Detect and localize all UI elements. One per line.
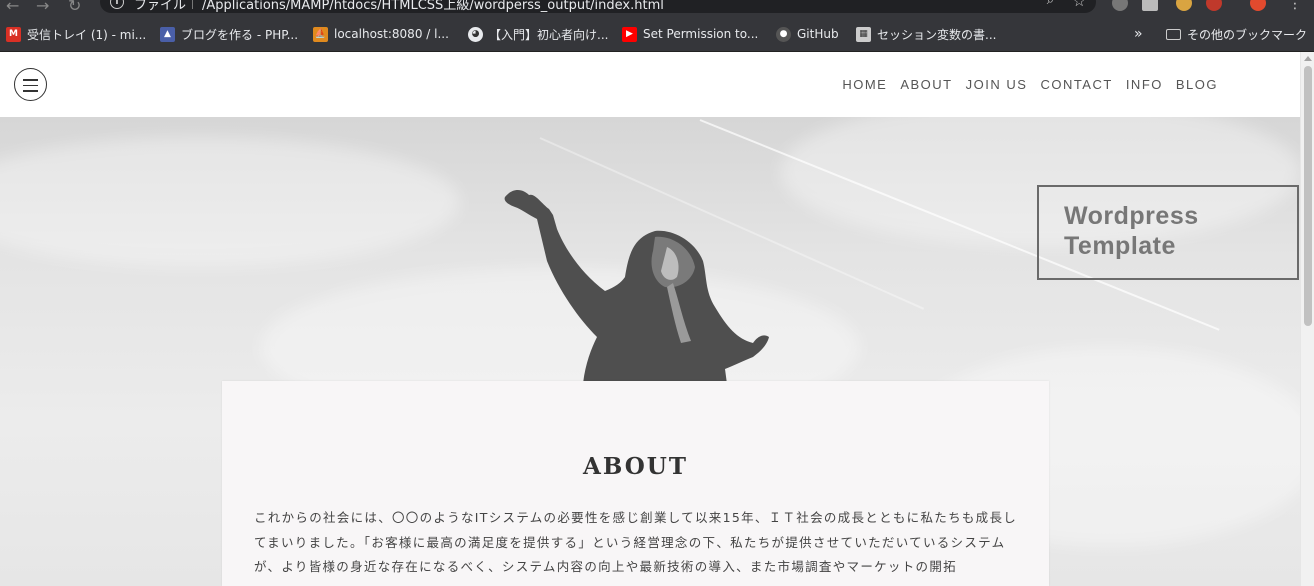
site-header: HOME ABOUT JOIN US CONTACT INFO BLOG [0, 52, 1300, 117]
bookmark-label: ブログを作る - PHP... [181, 27, 299, 42]
bookmark-item[interactable]: ▦ セッション変数の書... [856, 26, 996, 42]
about-card: ABOUT これからの社会には、〇〇のようなITシステムの必要性を感じ創業して以… [222, 381, 1049, 586]
bookmark-item[interactable]: ● GitHub [776, 26, 839, 42]
address-bar[interactable]: i ファイル /Applications/MAMP/htdocs/HTMLCSS… [100, 0, 1096, 13]
nav-join-us[interactable]: JOIN US [966, 77, 1028, 92]
phpmyadmin-icon: ⛵ [313, 26, 328, 42]
url-text[interactable]: /Applications/MAMP/htdocs/HTMLCSS上級/word… [202, 0, 664, 13]
bookmark-item[interactable]: ◕ 【入門】初心者向け... [468, 26, 608, 42]
globe-icon: ◕ [468, 26, 483, 42]
nav-contact[interactable]: CONTACT [1040, 77, 1112, 92]
hero-title-line: Template [1064, 232, 1176, 260]
bookmark-item[interactable]: ⛵ localhost:8080 / l... [313, 26, 449, 42]
extension-icon[interactable] [1142, 0, 1158, 11]
scrollbar-thumb[interactable] [1304, 66, 1312, 326]
scroll-up-icon[interactable] [1304, 56, 1312, 61]
php-icon: ▲ [160, 26, 175, 42]
browser-toolbar: ← → ↻ i ファイル /Applications/MAMP/htdocs/H… [0, 0, 1314, 17]
hamburger-menu-button[interactable] [14, 68, 47, 101]
bookmark-item[interactable]: ▲ ブログを作る - PHP... [160, 26, 298, 42]
extension-icon[interactable] [1176, 0, 1192, 11]
address-label: ファイル [134, 0, 187, 13]
bookmark-label: 受信トレイ (1) - mi... [27, 27, 147, 42]
info-icon[interactable]: i [110, 0, 124, 9]
reload-icon[interactable]: ↻ [68, 0, 81, 15]
nav-blog[interactable]: BLOG [1176, 77, 1218, 92]
profile-avatar[interactable] [1250, 0, 1266, 11]
menu-line [23, 90, 38, 92]
menu-line [23, 79, 38, 81]
bookmark-label: 【入門】初心者向け... [489, 27, 609, 42]
bookmarks-bar: M 受信トレイ (1) - mi... ▲ ブログを作る - PHP... ⛵ … [0, 17, 1314, 52]
nav-info[interactable]: INFO [1126, 77, 1163, 92]
more-bookmarks-label: » [1134, 26, 1143, 42]
menu-dots-icon[interactable]: ⋮ [1288, 0, 1302, 12]
other-bookmarks-folder[interactable]: その他のブックマーク [1166, 26, 1307, 42]
extension-icon[interactable] [1112, 0, 1128, 11]
more-bookmarks-button[interactable]: » [1134, 26, 1143, 42]
forward-icon[interactable]: → [36, 0, 49, 15]
hero-photo-figure [504, 190, 769, 384]
bookmark-label: GitHub [797, 27, 839, 41]
menu-line [23, 84, 38, 86]
gmail-icon: M [6, 26, 21, 42]
bookmark-item[interactable]: M 受信トレイ (1) - mi... [6, 26, 146, 42]
address-divider [192, 0, 193, 9]
about-heading: ABOUT [583, 453, 688, 480]
zoom-icon[interactable]: ⌕ [1047, 0, 1054, 8]
bookmark-star-icon[interactable]: ☆ [1073, 0, 1086, 10]
bookmark-label: Set Permission to... [643, 27, 759, 41]
bookmark-label: セッション変数の書... [877, 27, 997, 42]
bookmark-label: その他のブックマーク [1187, 27, 1308, 42]
grid-icon: ▦ [856, 26, 871, 42]
github-icon: ● [776, 26, 791, 42]
cloud-shape [0, 137, 460, 267]
bookmark-item[interactable]: ▶ Set Permission to... [622, 26, 758, 42]
nav-about[interactable]: ABOUT [900, 77, 952, 92]
hero-title-box: Wordpress Template [1037, 185, 1299, 280]
bookmark-label: localhost:8080 / l... [334, 27, 449, 41]
page-scrollbar[interactable] [1300, 52, 1314, 586]
hero-title-line: Wordpress [1064, 202, 1199, 230]
extension-icon[interactable] [1206, 0, 1222, 11]
youtube-icon: ▶ [622, 26, 637, 42]
nav-home[interactable]: HOME [842, 77, 887, 92]
about-text: これからの社会には、〇〇のようなITシステムの必要性を感じ創業して以来15年、Ｉ… [254, 510, 1018, 574]
main-nav: HOME ABOUT JOIN US CONTACT INFO BLOG [842, 77, 1218, 92]
back-icon[interactable]: ← [6, 0, 19, 15]
folder-icon [1166, 28, 1181, 40]
